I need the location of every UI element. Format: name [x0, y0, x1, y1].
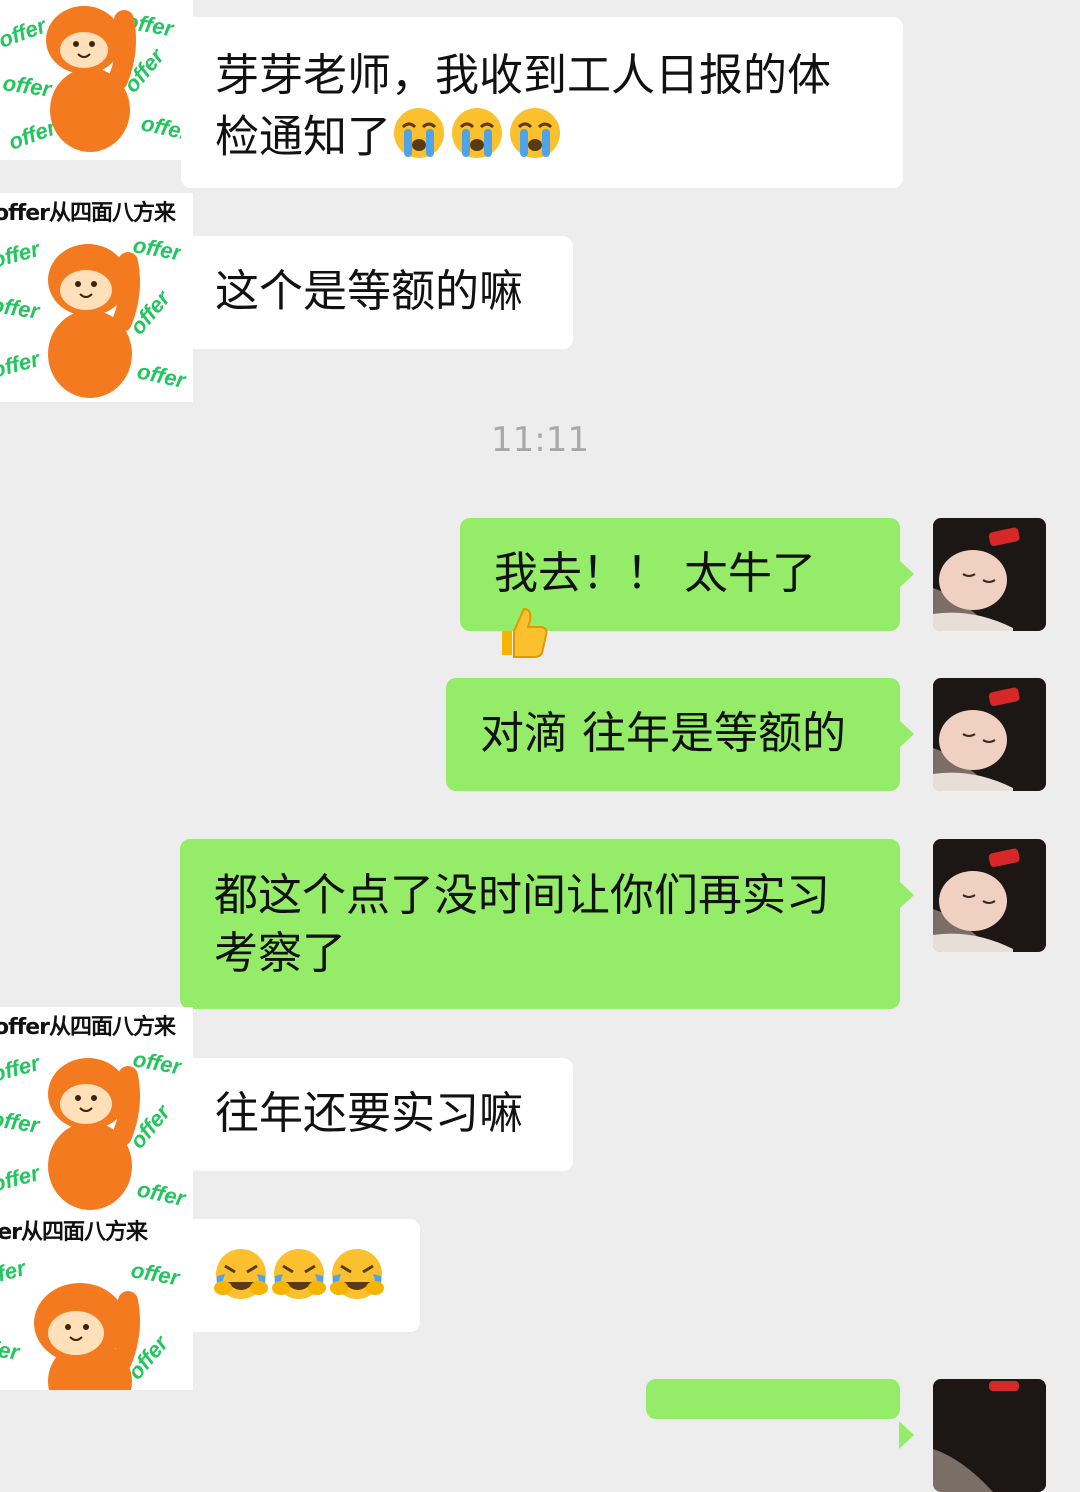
sticker-word: offer: [131, 1046, 185, 1079]
message-bubble-partial[interactable]: [646, 1379, 914, 1449]
crying-laughing-face-emoji: [213, 1246, 271, 1317]
message-text: 对滴 往年是等额的: [480, 708, 846, 759]
sticker-word: offer: [135, 358, 189, 393]
message-timestamp: 11:11: [491, 420, 589, 460]
sobbing-face-emoji: [507, 105, 565, 174]
orange-mascot-sticker: offer offer offer offer: [0, 1255, 183, 1390]
sender-avatar[interactable]: offer offer offer offer offer offer: [0, 0, 193, 160]
user-photo: [933, 839, 1046, 952]
message-bubble[interactable]: 芽芽老师，我收到工人日报的体检通知了: [181, 17, 903, 188]
thumbs-up-emoji: [494, 603, 550, 674]
message-bubble[interactable]: 这个是等额的嘛: [181, 236, 573, 349]
message-bubble[interactable]: 我去！！ 太牛了: [460, 518, 914, 658]
sticker-word: offer: [135, 1176, 189, 1211]
sticker-word: offer: [131, 232, 185, 265]
message-text: 这个是等额的嘛: [215, 266, 523, 317]
user-photo: [933, 518, 1046, 631]
sticker-word: offer: [0, 1255, 30, 1292]
sticker-word: offer: [0, 346, 44, 383]
message-text: 往年还要实习嘛: [215, 1088, 523, 1139]
sender-avatar[interactable]: offer从四面八方来 offer offer offer offer offe…: [0, 1007, 193, 1212]
sender-avatar[interactable]: offer从四面八方来 offer offer offer offer offe…: [0, 193, 193, 402]
sticker-word: offer: [0, 236, 44, 273]
crying-laughing-face-emoji: [329, 1246, 387, 1317]
sticker-word: offer: [0, 292, 42, 324]
message-text: 都这个点了没时间让你们再实习考察了: [214, 870, 830, 979]
orange-mascot-sticker: offer offer offer offer offer offer: [0, 6, 193, 155]
sticker-word: offer: [0, 1106, 42, 1138]
user-avatar[interactable]: [933, 518, 1046, 631]
user-avatar[interactable]: [933, 839, 1046, 952]
user-photo: [933, 1379, 1046, 1492]
orange-mascot-sticker: offer offer offer offer offer offer: [0, 232, 189, 398]
message-bubble[interactable]: 对滴 往年是等额的: [446, 678, 914, 791]
sobbing-face-emoji: [449, 105, 507, 174]
sticker-word: offer: [0, 1333, 22, 1365]
user-photo: [933, 678, 1046, 791]
message-bubble[interactable]: [181, 1219, 420, 1332]
sticker-word: offer: [1, 70, 54, 102]
sticker-word: offer: [0, 1050, 44, 1087]
user-avatar[interactable]: [933, 1379, 1046, 1492]
sobbing-face-emoji: [391, 105, 449, 174]
user-avatar[interactable]: [933, 678, 1046, 791]
sender-avatar[interactable]: offer从四面八方来 offer offer offer offer: [0, 1212, 193, 1390]
sticker-word: offer: [129, 1257, 183, 1290]
message-bubble[interactable]: 往年还要实习嘛: [181, 1058, 573, 1171]
orange-mascot-sticker: offer offer offer offer offer offer: [0, 1046, 189, 1211]
sticker-word: offer: [0, 1160, 44, 1197]
sticker-word: offer: [0, 12, 51, 53]
crying-laughing-face-emoji: [271, 1246, 329, 1317]
message-bubble[interactable]: 都这个点了没时间让你们再实习考察了: [180, 839, 914, 1009]
message-text: 我去！！ 太牛了: [494, 548, 816, 599]
